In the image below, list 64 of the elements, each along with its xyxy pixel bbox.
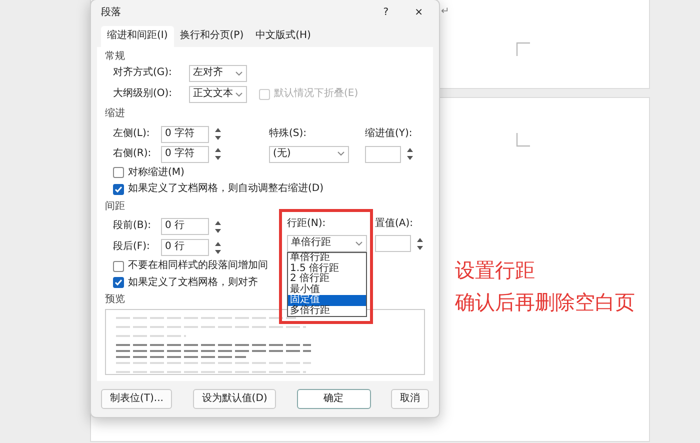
field-label: 对齐方式(G): [113,67,173,80]
field-label: 大纲级别(O): [113,88,174,101]
dialog-button[interactable]: 设为默认值(D) [192,388,276,409]
field-label: 右侧(R): [113,148,152,160]
spinner-arrows-icon [405,146,415,162]
dropdown[interactable]: 左对齐 [189,65,247,82]
field-label: 左侧(L): [113,128,151,140]
ok-button[interactable]: 确定 [296,388,371,409]
field-label: 行距(N): [287,217,327,231]
help-button[interactable]: ? [377,2,395,24]
close-button[interactable]: × [408,2,429,24]
spinner-arrows-icon [213,126,223,142]
chevron-down-icon [337,151,345,157]
annotation-text: 设置行距 [455,257,536,284]
section-heading: 预览 [105,294,125,306]
number-field[interactable]: 0 字符 [161,146,209,162]
spinner-arrows-icon [213,218,223,234]
tab[interactable]: 缩进和间距(I) [101,26,174,46]
tab[interactable]: 中文版式(H) [250,26,317,46]
number-field[interactable] [375,235,411,252]
section-heading: 间距 [105,200,125,213]
spinner-arrows-icon [213,240,223,256]
checkbox[interactable] [113,184,124,195]
number-field[interactable] [365,146,401,162]
tab[interactable]: 换行和分页(P) [174,26,250,46]
chevron-down-icon [235,70,243,76]
checkbox-label: 默认情况下折叠(E) [274,88,358,101]
checkbox-label: 对称缩进(M) [128,166,184,179]
dropdown[interactable]: 单倍行距 [287,235,367,252]
dialog-button[interactable]: 制表位(T)... [101,388,172,409]
dropdown[interactable]: (无) [269,146,349,162]
checkbox[interactable] [113,277,124,288]
dropdown-option[interactable]: 2 倍行距 [288,274,366,284]
field-label: 置值(A): [375,216,414,231]
annotation-text: 确认后再删除空白页 [455,289,635,316]
chevron-down-icon [235,92,243,98]
dropdown-option[interactable]: 单倍行距 [288,253,366,264]
crop-mark-icon [516,42,531,57]
dropdown[interactable]: 正文文本 [189,86,247,103]
checkbox-label: 不要在相同样式的段落间增加间 [128,260,268,272]
number-field[interactable]: 0 行 [161,218,209,235]
dropdown-option[interactable]: 最小值 [288,284,366,295]
dropdown-option[interactable]: 1.5 倍行距 [288,264,366,274]
dropdown-option[interactable]: 固定值 [288,295,366,306]
dialog-button[interactable]: 取消 [391,388,429,409]
crop-mark-icon [516,133,531,148]
chevron-down-icon [355,240,363,246]
field-label: 段前(B): [113,220,152,233]
checkbox[interactable] [113,260,124,272]
field-label: 段后(F): [113,241,151,254]
field-label: 特殊(S): [269,128,308,140]
spinner-arrows-icon [213,146,223,162]
paragraph-mark: ↵ [441,5,450,19]
section-heading: 缩进 [105,108,125,120]
field-label: 缩进值(Y): [365,128,414,140]
window-title: 段落 [101,6,121,20]
checkbox-label: 如果定义了文档网格，则自动调整右缩进(D) [128,183,324,196]
number-field[interactable]: 0 行 [161,239,209,256]
spinner-arrows-icon [415,236,425,252]
checkbox-label: 如果定义了文档网格，则对齐 [128,276,258,289]
section-heading: 常规 [105,50,125,63]
dropdown-option[interactable]: 多倍行距 [288,306,366,316]
checkbox[interactable] [113,167,124,178]
number-field[interactable]: 0 字符 [161,126,209,142]
